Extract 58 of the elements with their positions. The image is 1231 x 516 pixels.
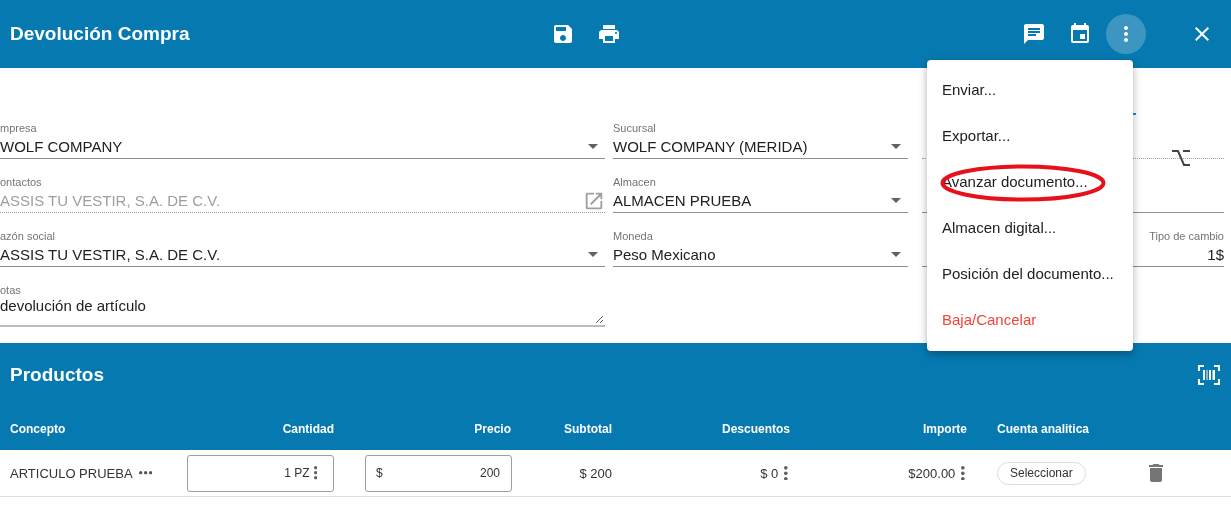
print-icon[interactable] [597, 22, 621, 46]
column-header: Concepto [9, 421, 67, 436]
dropdown-caret-icon [588, 252, 598, 257]
printer-icon [597, 22, 621, 46]
section-title: Productos [10, 364, 104, 386]
vertical-dots-icon [1124, 26, 1128, 42]
select-field[interactable]: ALMACEN PRUEBA [613, 189, 908, 213]
column-header: Descuentos [720, 421, 790, 436]
resize-handle-icon[interactable] [595, 315, 604, 324]
menu-item[interactable]: Baja/Cancelar [927, 297, 1133, 343]
chat-icon[interactable] [1022, 22, 1046, 46]
column-header: Precio [473, 421, 512, 436]
product-name: ARTICULO PRUEBA [10, 465, 133, 481]
column-header: Importe [922, 421, 967, 436]
select-field[interactable]: ASSIS TU VESTIR, S.A. DE C.V. [0, 243, 605, 267]
more-options-icon[interactable] [1106, 14, 1146, 54]
window-title: Devolución Compra [10, 23, 191, 45]
menu-item[interactable]: Enviar... [927, 67, 1133, 113]
field-label: Sucursal [613, 121, 656, 135]
select-field[interactable]: WOLF COMPANY (MERIDA) [613, 135, 908, 159]
amount-value: $200.00 [908, 465, 956, 481]
menu-item[interactable]: Almacen digital... [927, 205, 1133, 251]
vertical-dots-icon [961, 465, 965, 481]
field-label: ontactos [0, 175, 42, 189]
horizontal-dots-icon [138, 471, 152, 475]
dropdown-caret-icon [588, 144, 598, 149]
field-label: Tipo de cambio [1149, 229, 1224, 243]
calendar-glyph-icon [1068, 22, 1092, 46]
column-header: Subtotal [563, 421, 612, 436]
option-key-icon[interactable] [1170, 148, 1192, 168]
select-account-button[interactable]: Seleccionar [997, 461, 1086, 485]
notes-field[interactable]: devolución de artículo [0, 297, 605, 327]
field-label: Almacen [613, 175, 656, 189]
price-field[interactable]: $ 200 [365, 454, 512, 492]
chat-bubble-icon [1022, 22, 1046, 46]
field-label: mpresa [0, 121, 37, 135]
select-field[interactable]: Peso Mexicano [613, 243, 908, 267]
save-icon[interactable] [551, 22, 575, 46]
quantity-field[interactable]: 1 PZ [187, 454, 334, 492]
select-field[interactable]: WOLF COMPANY [0, 135, 605, 159]
field-label: otas [0, 283, 21, 297]
menu-item[interactable]: Exportar... [927, 113, 1133, 159]
vertical-dots-icon [784, 465, 788, 481]
calendar-icon[interactable] [1068, 22, 1092, 46]
barcode-scanner-icon[interactable] [1197, 364, 1221, 386]
discount-options-icon[interactable] [784, 465, 788, 481]
discount-value: $ 0 [760, 465, 779, 481]
dropdown-caret-icon [891, 252, 901, 257]
field-label: Moneda [613, 229, 653, 243]
menu-item[interactable]: Posición del documento... [927, 251, 1133, 297]
column-header: Cantidad [281, 421, 334, 436]
amount-options-icon[interactable] [961, 465, 965, 481]
vertical-dots-icon [313, 466, 317, 480]
subtotal-value: $ 200 [579, 465, 612, 481]
column-header: Cuenta analitica [996, 421, 1091, 436]
field-label: azón social [0, 229, 56, 243]
dropdown-caret-icon [891, 144, 901, 149]
dropdown-caret-icon [891, 198, 901, 203]
